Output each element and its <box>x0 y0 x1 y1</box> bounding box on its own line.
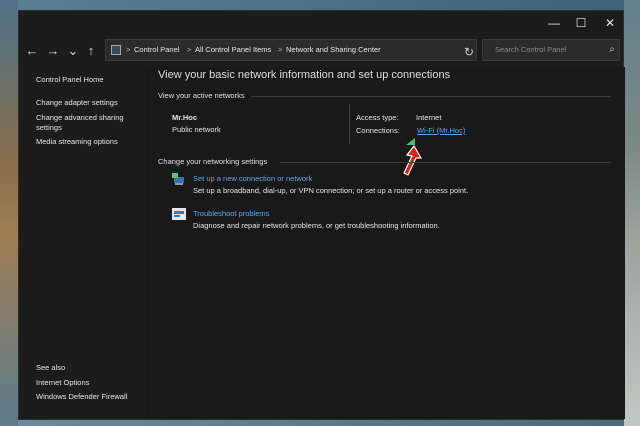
recent-locations-button[interactable]: ⌄ <box>64 41 82 61</box>
minimize-button[interactable]: — <box>541 14 567 32</box>
access-type-value: Internet <box>416 113 442 122</box>
breadcrumb-all-items[interactable]: All Control Panel Items <box>195 40 271 60</box>
sidebar-change-advanced-sharing[interactable]: Change advanced sharing <box>36 113 124 123</box>
page-title: View your basic network information and … <box>158 69 451 81</box>
sidebar-internet-options[interactable]: Internet Options <box>36 378 89 388</box>
wifi-signal-icon <box>406 138 415 145</box>
main-content: View your basic network information and … <box>145 67 625 419</box>
maximize-button[interactable]: ☐ <box>568 14 594 32</box>
desktop-wallpaper-right <box>624 0 640 426</box>
network-sharing-center-window: — ☐ ✕ ← → ⌄ ↑ > Control Panel > All Cont… <box>18 10 625 420</box>
search-input[interactable]: Search Control Panel ⌕ <box>482 39 620 61</box>
setup-new-connection-link[interactable]: Set up a new connection or network <box>193 174 312 183</box>
networking-settings-heading: Change your networking settings <box>158 157 268 166</box>
section-divider <box>280 162 611 163</box>
section-divider <box>251 96 611 97</box>
sidebar: Control Panel Home Change adapter settin… <box>19 67 145 419</box>
sidebar-change-adapter-settings[interactable]: Change adapter settings <box>36 98 118 108</box>
wifi-connection-link[interactable]: Wi-Fi (Mr.Hoc) <box>417 126 465 135</box>
setup-connection-description: Set up a broadband, dial-up, or VPN conn… <box>193 186 469 195</box>
troubleshoot-description: Diagnose and repair network problems, or… <box>193 221 440 230</box>
sidebar-media-streaming-options[interactable]: Media streaming options <box>36 137 118 147</box>
back-button[interactable]: ← <box>23 41 41 61</box>
breadcrumb-separator: > <box>126 45 131 54</box>
access-type-label: Access type: <box>356 113 399 122</box>
control-panel-icon <box>111 45 121 55</box>
network-name: Mr.Hoc <box>172 113 198 122</box>
sidebar-control-panel-home[interactable]: Control Panel Home <box>36 75 104 85</box>
breadcrumb-separator: > <box>187 45 192 54</box>
desktop-wallpaper-left <box>0 0 18 426</box>
sidebar-change-advanced-sharing-line2[interactable]: settings <box>36 123 62 133</box>
breadcrumb-control-panel[interactable]: Control Panel <box>134 40 179 60</box>
forward-button[interactable]: → <box>44 41 62 61</box>
troubleshoot-problems-link[interactable]: Troubleshoot problems <box>193 209 269 218</box>
search-icon[interactable]: ⌕ <box>609 40 615 60</box>
annotation-arrow-icon <box>403 145 423 176</box>
search-placeholder: Search Control Panel <box>495 45 567 54</box>
title-bar: — ☐ ✕ <box>19 11 623 35</box>
refresh-button[interactable]: ↻ <box>459 42 479 62</box>
see-also-heading: See also <box>36 363 66 372</box>
breadcrumb-network-center[interactable]: Network and Sharing Center <box>286 40 381 60</box>
address-toolbar: ← → ⌄ ↑ > Control Panel > All Control Pa… <box>19 37 623 65</box>
network-type[interactable]: Public network <box>172 125 221 134</box>
close-button[interactable]: ✕ <box>597 14 623 32</box>
troubleshoot-icon[interactable] <box>172 208 186 220</box>
up-button[interactable]: ↑ <box>82 41 100 61</box>
sidebar-windows-defender-firewall[interactable]: Windows Defender Firewall <box>36 392 127 402</box>
network-setup-icon[interactable] <box>172 173 186 185</box>
breadcrumb-separator: > <box>278 45 283 54</box>
network-divider <box>349 104 350 144</box>
connections-label: Connections: <box>356 126 400 135</box>
address-field[interactable]: > Control Panel > All Control Panel Item… <box>105 39 477 61</box>
active-networks-heading: View your active networks <box>158 91 245 100</box>
